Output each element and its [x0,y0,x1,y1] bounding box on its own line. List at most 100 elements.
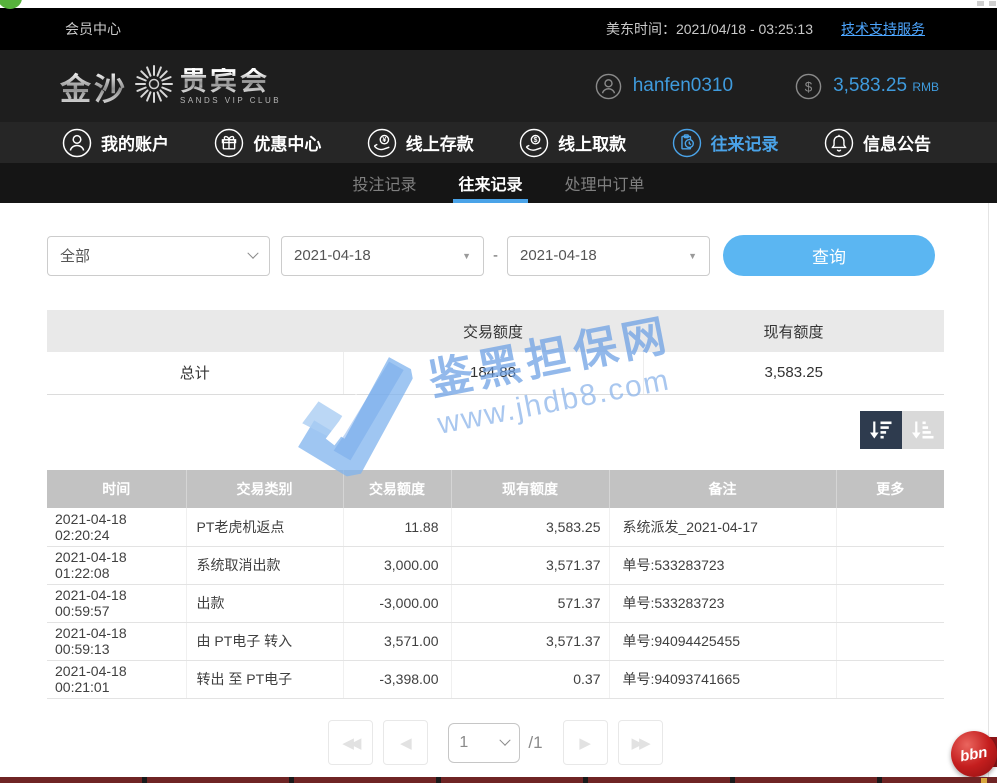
chat-bubble-icon [0,0,22,9]
sub-nav: 投注记录 往来记录 处理中订单 [0,163,997,203]
summary-total-row: 总计 184.88 3,583.25 [47,352,944,394]
cell-balance: 3,571.37 [451,546,609,584]
nav-item-records[interactable]: 往来记录 [672,128,779,158]
logo-text-right: 贵宾会 [180,68,281,95]
sort-descending-button[interactable] [860,411,902,449]
col-header-time: 时间 [47,470,186,508]
user-chip[interactable]: hanfen0310 [595,73,733,100]
footer-gold-fragment [981,778,987,783]
cell-balance: 0.37 [451,660,609,698]
member-center-link[interactable]: 会员中心 [65,19,121,39]
cell-note: 系统派发_2021-04-17 [609,508,836,546]
page-select[interactable]: 1 [448,723,520,763]
chevron-down-icon [500,734,511,745]
cell-note: 单号:94094425455 [609,622,836,660]
nav-label: 我的账户 [101,130,169,155]
dollar-icon: $ [795,73,822,100]
summary-table: 交易额度 现有额度 总计 184.88 3,583.25 [47,310,944,395]
deposit-icon: ¥ [367,128,397,158]
main-nav: 我的账户 优惠中心 [0,122,997,163]
type-select-value: 全部 [60,245,90,266]
gift-icon [214,128,244,158]
balance-amount: 3,583.25 RMB [833,75,939,97]
nav-item-announcements[interactable]: 信息公告 [824,128,931,158]
date-to-picker[interactable]: 2021-04-18 ▼ [507,236,710,276]
nav-item-my-account[interactable]: 我的账户 [62,128,169,158]
table-row: 2021-04-18 02:20:24 PT老虎机返点 11.88 3,583.… [47,508,944,546]
cell-type: 转出 至 PT电子 [186,660,343,698]
next-page-button[interactable]: ▶ [563,720,608,765]
cell-amount: 3,571.00 [343,622,451,660]
sort-ascending-button[interactable] [902,411,944,449]
date-from-picker[interactable]: 2021-04-18 ▼ [281,236,484,276]
balance-chip[interactable]: $ 3,583.25 RMB [795,73,939,100]
chevron-down-icon [247,247,258,258]
summary-total-balance: 3,583.25 [643,352,944,394]
scrollbar-track[interactable] [988,203,989,777]
cell-time: 2021-04-18 02:20:24 [47,508,186,546]
browser-chrome-remnant [0,0,997,8]
svg-text:¥: ¥ [382,137,386,144]
col-header-type: 交易类别 [186,470,343,508]
summary-header-row: 交易额度 现有额度 [47,310,944,352]
date-range-separator: - [493,247,498,264]
page-select-value: 1 [459,734,468,752]
window-control-icon [989,1,996,6]
first-page-button[interactable]: ◀◀ [328,720,373,765]
page: 会员中心 美东时间：2021/04/18 - 03:25:13 技术支持服务 金… [0,0,997,783]
bell-icon [824,128,854,158]
nav-item-withdraw[interactable]: $ 线上取款 [519,128,626,158]
server-time: 美东时间：2021/04/18 - 03:25:13 [606,19,813,39]
last-page-button[interactable]: ▶▶ [618,720,663,765]
site-logo[interactable]: 金沙 贵宾会 S [60,61,281,112]
cell-balance: 3,583.25 [451,508,609,546]
cell-time: 2021-04-18 00:21:01 [47,660,186,698]
summary-header-amount: 交易额度 [343,310,643,352]
records-icon [672,128,702,158]
cell-more [836,584,944,622]
cell-amount: -3,398.00 [343,660,451,698]
sort-button-group [860,411,944,449]
logo-right-block: 贵宾会 SANDS VIP CLUB [180,68,281,105]
cell-type: 由 PT电子 转入 [186,622,343,660]
withdraw-icon: $ [519,128,549,158]
cell-amount: 3,000.00 [343,546,451,584]
nav-item-deposit[interactable]: ¥ 线上存款 [367,128,474,158]
records-table: 时间 交易类别 交易额度 现有额度 备注 更多 2021-04-18 02:20… [47,470,944,699]
date-to-value: 2021-04-18 [520,247,597,264]
user-avatar-icon [595,73,622,100]
table-row: 2021-04-18 00:59:13 由 PT电子 转入 3,571.00 3… [47,622,944,660]
table-row: 2021-04-18 00:21:01 转出 至 PT电子 -3,398.00 … [47,660,944,698]
sort-ascending-icon [911,419,935,441]
col-header-more: 更多 [836,470,944,508]
cell-note: 单号:94093741665 [609,660,836,698]
type-select[interactable]: 全部 [47,236,270,276]
site-header: 金沙 贵宾会 S [0,50,997,122]
tab-bet-records[interactable]: 投注记录 [349,163,419,203]
nav-label: 往来记录 [711,130,779,155]
username: hanfen0310 [633,75,733,97]
sort-descending-icon [869,419,893,441]
svg-text:$: $ [534,137,538,144]
bbn-badge[interactable]: bbn [951,731,997,777]
nav-label: 线上取款 [558,130,626,155]
summary-header-balance: 现有额度 [643,310,944,352]
cell-time: 2021-04-18 00:59:13 [47,622,186,660]
search-button[interactable]: 查询 [723,235,935,276]
cell-balance: 571.37 [451,584,609,622]
tab-pending-orders[interactable]: 处理中订单 [562,163,648,203]
table-row: 2021-04-18 00:59:57 出款 -3,000.00 571.37 … [47,584,944,622]
header-right: hanfen0310 $ 3,583.25 RMB [595,73,939,100]
date-from-value: 2021-04-18 [294,247,371,264]
prev-page-button[interactable]: ◀ [383,720,428,765]
tech-support-link[interactable]: 技术支持服务 [841,19,925,39]
bbn-label: bbn [959,743,989,765]
tab-transaction-records[interactable]: 往来记录 [455,163,525,203]
total-pages-label: /1 [528,733,542,753]
window-control-icon [977,1,984,6]
cell-more [836,546,944,584]
col-header-amount: 交易额度 [343,470,451,508]
col-header-note: 备注 [609,470,836,508]
cell-type: PT老虎机返点 [186,508,343,546]
nav-item-promotions[interactable]: 优惠中心 [214,128,321,158]
